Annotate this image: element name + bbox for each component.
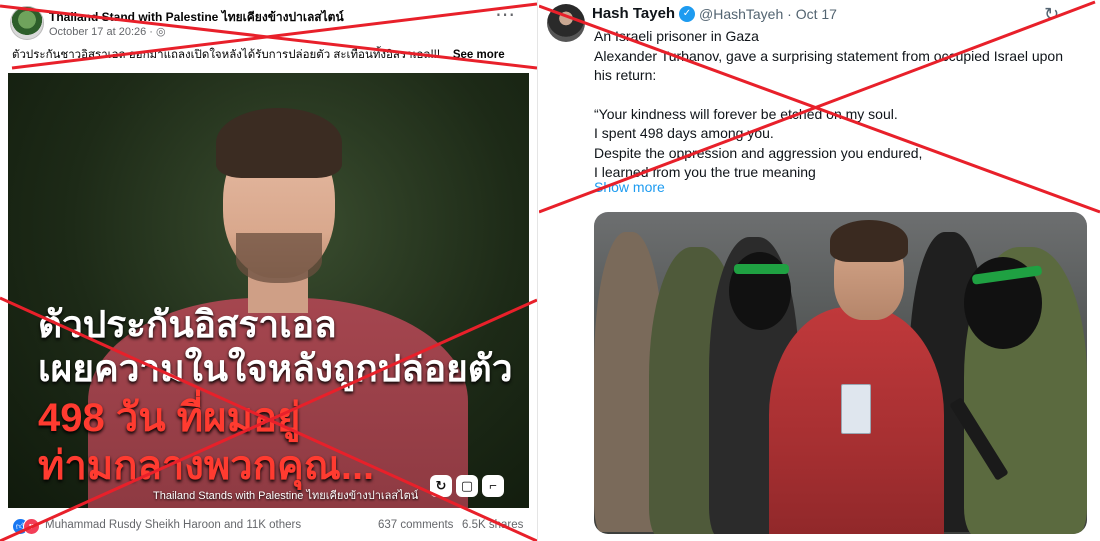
user-avatar[interactable] <box>547 4 585 42</box>
show-more-link[interactable]: Show more <box>594 179 665 195</box>
tweet-text: An Israeli prisoner in Gaza Alexander Tu… <box>594 27 1094 183</box>
hair-graphic <box>216 108 342 178</box>
tweet: Hash Tayeh ✓ @HashTayeh · Oct 17 ↻ An Is… <box>539 0 1100 541</box>
facebook-post: Thailand Stand with Palestine ไทยเคียงข้… <box>0 0 538 541</box>
display-name[interactable]: Hash Tayeh <box>592 5 675 22</box>
handle-date[interactable]: @HashTayeh · Oct 17 <box>699 6 837 22</box>
logo-icon: ▢ <box>456 475 478 497</box>
tweet-line: I spent 498 days among you. <box>594 125 774 141</box>
tweet-line: Despite the oppression and aggression yo… <box>594 144 923 161</box>
reactors-text[interactable]: Muhammad Rusdy Sheikh Haroon and 11K oth… <box>45 519 301 531</box>
headband-graphic <box>734 264 789 274</box>
logo-icon: ⌐ <box>482 475 504 497</box>
tweet-line: his return: <box>594 67 657 83</box>
tweet-line: An Israeli prisoner in Gaza <box>594 28 759 44</box>
reaction-icons[interactable]: 👍︎ ♥ <box>12 518 42 535</box>
comments-count[interactable]: 637 comments <box>378 519 453 531</box>
globe-icon: ◎ <box>156 26 166 38</box>
page-avatar[interactable] <box>10 6 44 40</box>
caption-text: ตัวประกันชาวอิสราเอล ออกมาแถลงเปิดใจหลัง… <box>12 49 450 61</box>
verified-badge-icon: ✓ <box>679 6 695 22</box>
more-icon[interactable]: ⋯ <box>495 2 516 27</box>
refresh-icon[interactable]: ↻ <box>1044 4 1059 25</box>
tweet-photo[interactable] <box>594 212 1087 534</box>
image-watermark: Thailand Stands with Palestine ไทยเคียงข… <box>153 490 419 502</box>
tweet-line: Alexander Turbanov, gave a surprising st… <box>594 47 1063 64</box>
love-reaction-icon: ♥ <box>23 518 40 535</box>
timestamp-text: October 17 at 20:26 · <box>49 26 153 38</box>
tweet-line: “Your kindness will forever be etched on… <box>594 105 898 122</box>
hair-graphic <box>830 220 908 262</box>
tweet-line: I learned from you the true meaning <box>594 164 816 180</box>
id-card-graphic <box>841 384 871 434</box>
post-image[interactable]: ตัวประกันอิสราเอล เผยความในใจหลังถูกปล่อ… <box>8 73 529 508</box>
post-timestamp[interactable]: October 17 at 20:26 · ◎ <box>49 25 166 38</box>
shares-count[interactable]: 6.5K shares <box>462 519 523 531</box>
logo-icon: ↻ <box>430 475 452 497</box>
beard-graphic <box>236 233 322 283</box>
see-more-link[interactable]: See more <box>453 49 505 61</box>
post-caption: ตัวประกันชาวอิสราเอล ออกมาแถลงเปิดใจหลัง… <box>12 46 527 64</box>
